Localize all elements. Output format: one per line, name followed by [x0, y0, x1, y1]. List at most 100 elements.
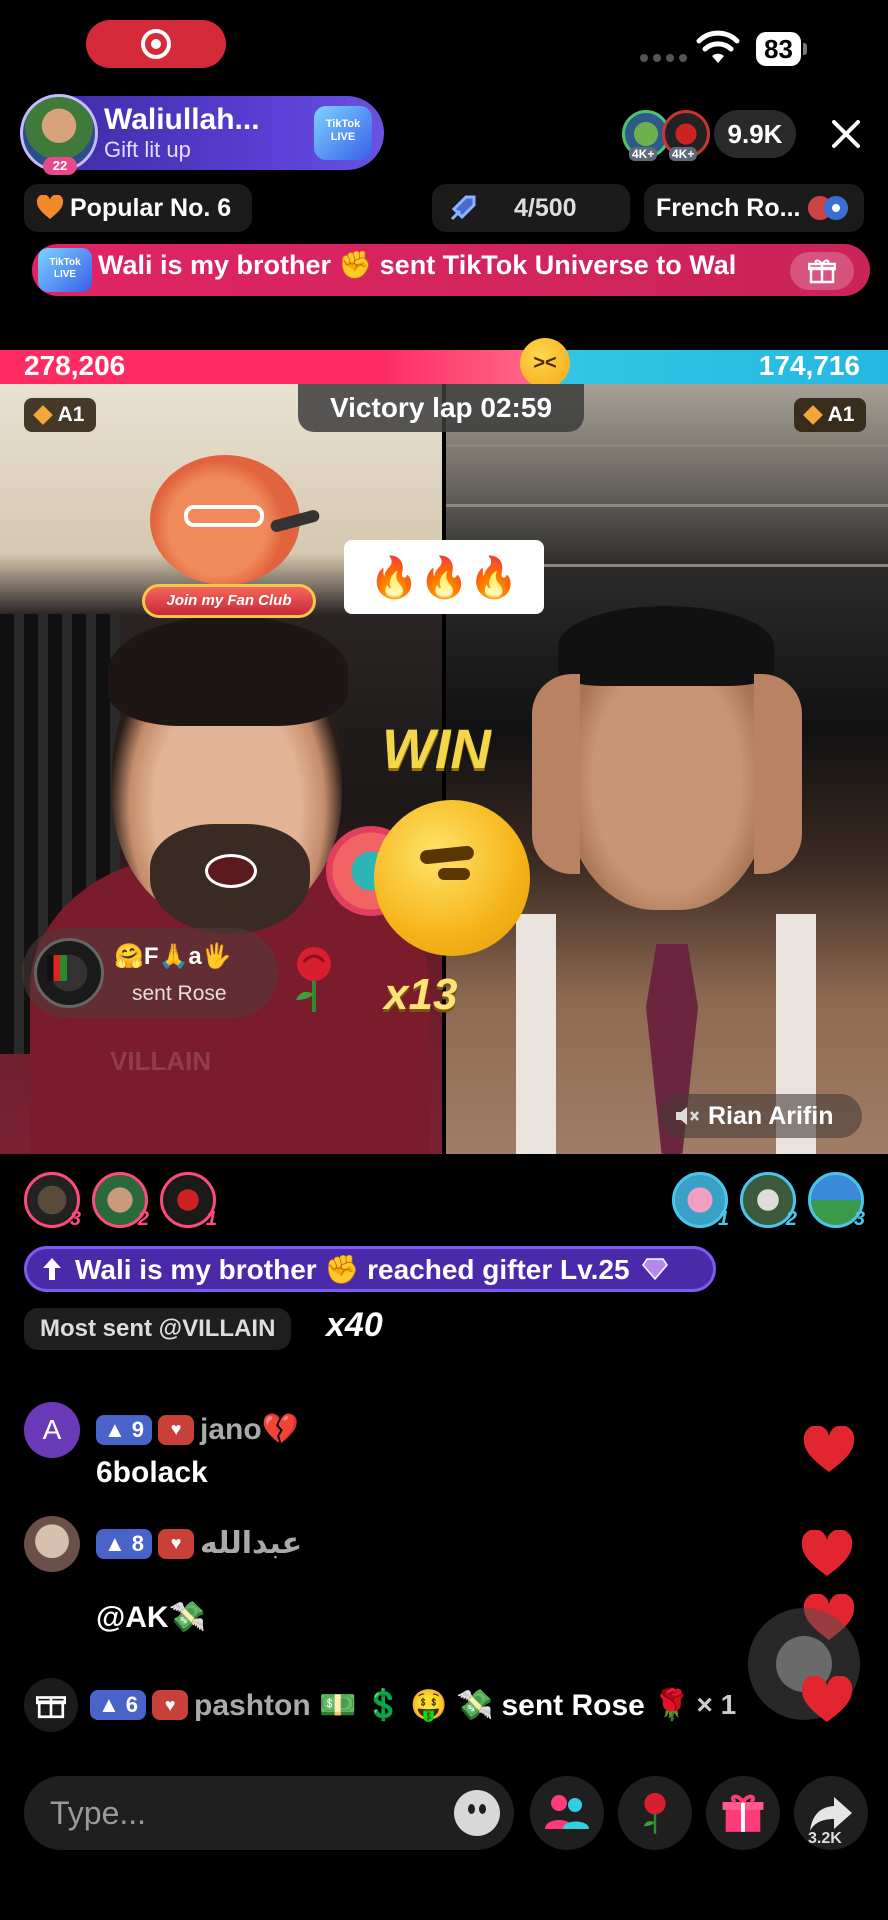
left-supporter-avatar[interactable]: 2 — [92, 1172, 149, 1230]
user-level: 6 — [125, 1692, 139, 1717]
host-subtitle: Gift lit up — [104, 137, 191, 162]
rose-gift-button[interactable] — [618, 1776, 692, 1850]
host-profile-card[interactable]: 22 Waliullah... Gift lit up TikTok LIVE — [20, 94, 384, 175]
gift-announcement-text: Wali is my brother ✊ sent TikTok Univers… — [98, 250, 737, 280]
gift-action-text: sent Rose 🌹 — [501, 1688, 691, 1722]
supporter-rank: 1 — [717, 1208, 729, 1230]
left-rank-badge[interactable]: A1 — [24, 398, 96, 432]
join-fan-club-button[interactable]: Join my Fan Club — [142, 584, 316, 618]
muted-speaker-icon — [676, 1107, 699, 1125]
diamond-icon — [802, 405, 823, 425]
battle-emoji-icon: >< — [520, 338, 570, 388]
fan-club-mascot-icon[interactable] — [150, 455, 321, 585]
chat-username[interactable]: jano💔 — [200, 1413, 299, 1446]
gifter-level-text: Wali is my brother ✊ reached gifter Lv.2… — [75, 1253, 630, 1285]
right-supporter-avatar[interactable]: 3 — [808, 1172, 865, 1230]
comment-placeholder: Type... — [50, 1794, 147, 1831]
gift-button[interactable] — [706, 1776, 780, 1850]
gift-toast[interactable]: 🤗F🙏a🖐 sent Rose — [22, 928, 278, 1018]
left-score: 278,206 — [24, 350, 126, 381]
supporter-rank: 1 — [205, 1208, 217, 1230]
gifter-name: 🤗F🙏a🖐 — [114, 943, 232, 970]
share-arrow-icon — [810, 1797, 852, 1831]
user-level: 9 — [131, 1416, 145, 1442]
viewer-count[interactable]: 9.9K — [714, 110, 796, 158]
right-rank-label: A1 — [827, 403, 855, 426]
gift-multiplier: × 1 — [696, 1689, 737, 1720]
supporter-rank: 2 — [785, 1208, 797, 1230]
left-supporter-avatar[interactable]: 1 — [160, 1172, 217, 1230]
win-label: WIN — [382, 717, 491, 780]
most-sent-combo: x40 — [326, 1306, 383, 1344]
comment-input[interactable]: Type... — [24, 1776, 514, 1850]
floating-heart-icon — [801, 1530, 853, 1576]
rose-icon — [643, 1792, 666, 1834]
gift-goal-progress: 4/500 — [514, 193, 577, 222]
right-streamer-hands — [532, 674, 802, 874]
multi-guest-button[interactable] — [530, 1776, 604, 1850]
chat-username[interactable]: عبدالله — [200, 1527, 302, 1560]
right-rank-badge[interactable]: A1 — [794, 398, 866, 432]
music-chip[interactable]: French Ro... — [644, 184, 864, 232]
popular-rank-label: Popular No. 6 — [70, 193, 232, 222]
close-icon[interactable] — [822, 110, 870, 158]
emoji-icon[interactable] — [454, 1790, 500, 1836]
battery-indicator: 83 — [756, 32, 807, 66]
battle-score-bar — [0, 350, 888, 384]
gift-box-icon — [722, 1794, 764, 1832]
most-sent-chip[interactable]: Most sent @VILLAIN — [24, 1308, 292, 1350]
chat-text: 6bolack — [96, 1456, 208, 1489]
chat-message[interactable]: ▲ 8 ♥ عبدالله @AK💸 — [24, 1516, 724, 1636]
supporter-rank: 3 — [853, 1208, 865, 1230]
gift-goal-chip[interactable]: 4/500 — [432, 184, 630, 232]
fan-heart-icon: ♥ — [158, 1414, 195, 1445]
user-level: 8 — [131, 1530, 145, 1556]
cellular-signal-icon — [640, 54, 687, 62]
left-supporter-avatar[interactable]: 3 — [24, 1172, 81, 1230]
supporter-rank: 3 — [69, 1208, 81, 1230]
gifter-avatar[interactable] — [34, 938, 104, 1008]
screen-recording-indicator[interactable] — [86, 20, 226, 68]
right-supporter-avatar[interactable]: 2 — [740, 1172, 797, 1230]
left-streamer-mouth — [205, 854, 257, 888]
host-avatar[interactable]: 22 — [20, 94, 98, 175]
gifter-level-banner[interactable]: Wali is my brother ✊ reached gifter Lv.2… — [24, 1246, 716, 1292]
user-level-badge: ▲ 6 — [90, 1690, 147, 1720]
fire-reaction-box: 🔥🔥🔥 — [344, 540, 544, 614]
right-streamer-name: Rian Arifin — [708, 1101, 834, 1130]
supporter-rank: 2 — [137, 1208, 149, 1230]
victory-lap-timer: Victory lap 02:59 — [298, 384, 584, 432]
gift-icon[interactable] — [790, 252, 854, 290]
people-icon — [545, 1795, 589, 1829]
wifi-icon — [696, 30, 740, 63]
gift-combo-count: x13 — [384, 970, 458, 1019]
chat-avatar[interactable]: A — [24, 1402, 80, 1458]
rose-gift-icon — [296, 947, 331, 1012]
right-streamer-tag[interactable]: Rian Arifin — [660, 1094, 862, 1138]
shirt-watermark: VILLAIN — [110, 1046, 212, 1076]
triangle-icon: ▲ — [104, 1416, 126, 1442]
left-streamer-hair — [108, 616, 348, 726]
arrow-up-icon — [43, 1258, 61, 1280]
gift-announcement-banner[interactable]: TikTok LIVE Wali is my brother ✊ sent Ti… — [32, 244, 870, 296]
floating-heart-icon — [803, 1426, 855, 1472]
top-viewers[interactable]: 4K+ 4K+ — [622, 110, 716, 161]
tiktok-live-badge[interactable]: TikTok LIVE — [314, 106, 372, 160]
winner-emoji-icon — [374, 800, 530, 956]
popular-rank-chip[interactable]: Popular No. 6 — [24, 184, 252, 232]
right-streamer-video[interactable] — [446, 384, 888, 1154]
fan-heart-icon: ♥ — [158, 1528, 195, 1559]
gift-chat-message[interactable]: ▲ 6 ♥ pashton 💵 💲 🤑 💸 sent Rose 🌹 × 1 — [24, 1678, 864, 1732]
triangle-icon: ▲ — [98, 1692, 120, 1717]
gift-sender-name[interactable]: pashton 💵 💲 🤑 💸 — [194, 1688, 493, 1723]
music-disc-icon — [808, 196, 849, 220]
rocket-icon — [450, 195, 476, 221]
chat-text: @AK💸 — [96, 1601, 206, 1634]
roof-beam — [446, 504, 888, 507]
chat-avatar[interactable] — [24, 1516, 80, 1572]
gift-icon[interactable] — [24, 1678, 78, 1732]
tiktok-live-badge: TikTok LIVE — [38, 248, 92, 292]
chat-message[interactable]: A ▲ 9 ♥ jano💔 6bolack — [24, 1402, 724, 1502]
top-viewer-avatar[interactable]: 4K+ — [662, 110, 710, 161]
right-supporter-avatar[interactable]: 1 — [672, 1172, 729, 1230]
